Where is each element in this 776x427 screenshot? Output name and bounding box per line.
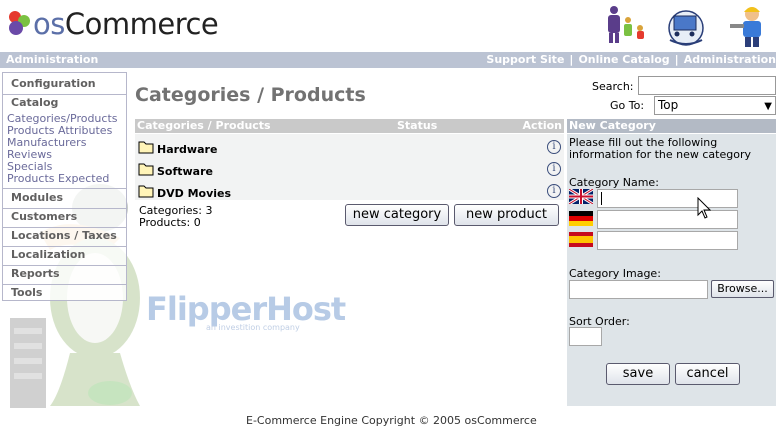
menu-divider bbox=[3, 188, 126, 189]
products-count: Products: 0 bbox=[139, 216, 201, 229]
goto-label: Go To: bbox=[610, 99, 645, 112]
menu-products-expected[interactable]: Products Expected bbox=[7, 173, 109, 185]
info-icon[interactable]: i bbox=[547, 184, 561, 198]
info-icon[interactable]: i bbox=[547, 140, 561, 154]
menu-divider bbox=[3, 265, 126, 266]
column-action: Action bbox=[522, 119, 562, 132]
menu-divider bbox=[3, 284, 126, 285]
save-button[interactable]: save bbox=[606, 363, 670, 385]
category-name[interactable]: Software bbox=[157, 165, 213, 179]
oscommerce-logo: osCommerce bbox=[33, 7, 219, 41]
menu-modules[interactable]: Modules bbox=[11, 191, 63, 205]
category-name[interactable]: DVD Movies bbox=[157, 187, 231, 201]
table-row[interactable]: Software i bbox=[135, 159, 564, 181]
column-status: Status bbox=[397, 119, 438, 132]
panel-instructions-line2: information for the new category bbox=[569, 148, 751, 161]
menu-divider bbox=[3, 208, 126, 209]
table-row[interactable]: Hardware i bbox=[135, 137, 564, 159]
column-categories-products: Categories / Products bbox=[137, 119, 271, 132]
mouse-pointer-icon bbox=[697, 197, 711, 219]
support-site-link[interactable]: Support Site bbox=[486, 53, 564, 66]
new-category-button[interactable]: new category bbox=[345, 204, 449, 226]
menu-tools[interactable]: Tools bbox=[11, 286, 42, 300]
cancel-button[interactable]: cancel bbox=[675, 363, 740, 385]
categories-table-header: Categories / Products Status Action bbox=[135, 119, 564, 133]
browse-button[interactable]: Browse... bbox=[711, 280, 774, 298]
category-name-label: Category Name: bbox=[569, 176, 659, 189]
germany-flag-icon bbox=[569, 211, 593, 226]
folder-icon bbox=[138, 163, 154, 176]
category-name-german-input[interactable] bbox=[597, 210, 738, 229]
menu-localization[interactable]: Localization bbox=[11, 248, 85, 262]
category-product-counts: Categories: 3 Products: 0 bbox=[139, 205, 213, 229]
chevron-down-icon: ▼ bbox=[764, 101, 772, 112]
menu-customers[interactable]: Customers bbox=[11, 210, 77, 224]
flipperhost-tagline: an investition company bbox=[206, 323, 300, 332]
footer-copyright: E-Commerce Engine Copyright © 2005 osCom… bbox=[246, 414, 537, 427]
search-input[interactable] bbox=[638, 76, 776, 95]
oscommerce-logo-icon bbox=[9, 11, 30, 35]
info-icon[interactable]: i bbox=[547, 162, 561, 176]
top-links: Support Site | Online Catalog | Administrati… bbox=[486, 53, 776, 66]
menu-reports[interactable]: Reports bbox=[11, 267, 60, 281]
menu-configuration[interactable]: Configuration bbox=[11, 77, 96, 91]
online-catalog-link[interactable]: Online Catalog bbox=[578, 53, 669, 66]
menu-catalog[interactable]: Catalog bbox=[11, 96, 58, 110]
goto-select[interactable]: Top ▼ bbox=[654, 96, 776, 115]
menu-divider bbox=[3, 246, 126, 247]
category-name[interactable]: Hardware bbox=[157, 143, 217, 157]
new-category-panel: Please fill out the following informatio… bbox=[567, 134, 776, 406]
new-product-button[interactable]: new product bbox=[454, 204, 559, 226]
goto-selected-value: Top bbox=[658, 98, 679, 112]
flipperhost-watermark: FlipperHost bbox=[146, 290, 346, 328]
table-row[interactable]: DVD Movies i bbox=[135, 181, 564, 203]
menu-divider bbox=[3, 94, 126, 95]
admin-side-menu: Configuration Catalog Categories/Product… bbox=[2, 72, 127, 301]
category-image-label: Category Image: bbox=[569, 267, 661, 280]
category-name-spanish-input[interactable] bbox=[597, 231, 738, 250]
folder-icon bbox=[138, 141, 154, 154]
menu-locations-taxes[interactable]: Locations / Taxes bbox=[11, 229, 117, 243]
page-title: Categories / Products bbox=[135, 84, 366, 106]
administration-label: Administration bbox=[6, 53, 99, 66]
top-navigation-bar: Administration Support Site | Online Catal… bbox=[0, 52, 776, 68]
category-image-file-input[interactable] bbox=[569, 280, 708, 299]
administration-link[interactable]: Administration bbox=[684, 53, 776, 66]
category-name-english-input[interactable] bbox=[597, 189, 738, 208]
header-illustrations-icon bbox=[608, 6, 761, 47]
menu-divider bbox=[3, 227, 126, 228]
panel-title: New Category bbox=[569, 119, 656, 132]
categories-table-body: Hardware i Software i DVD Movies i bbox=[135, 134, 564, 200]
search-label: Search: bbox=[592, 80, 634, 93]
folder-icon bbox=[138, 185, 154, 198]
uk-flag-icon bbox=[569, 189, 593, 204]
new-category-panel-header: New Category bbox=[567, 119, 776, 133]
sort-order-input[interactable] bbox=[569, 327, 602, 346]
spain-flag-icon bbox=[569, 232, 593, 247]
text-cursor bbox=[601, 192, 602, 205]
